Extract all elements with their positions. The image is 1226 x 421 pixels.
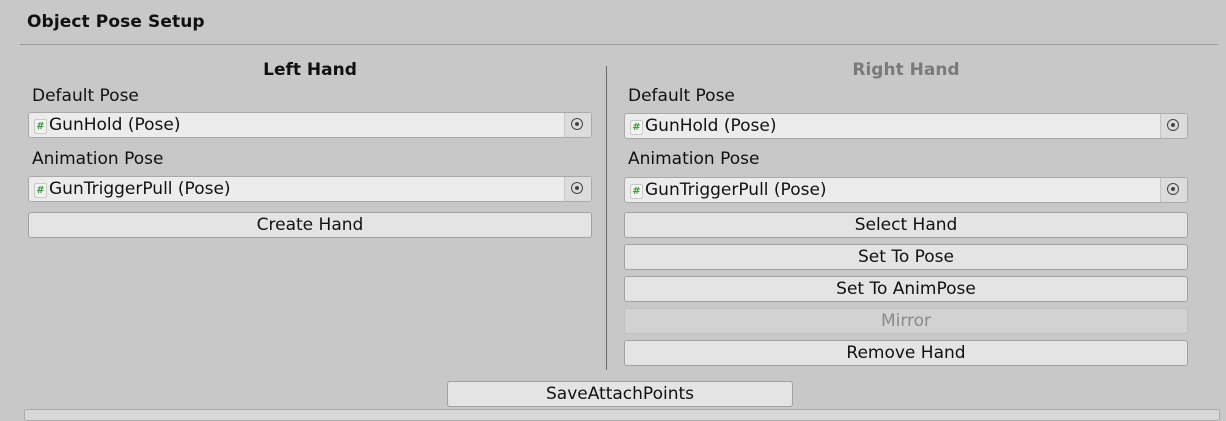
left-default-pose-picker[interactable] <box>564 113 591 137</box>
column-divider <box>606 66 607 370</box>
object-pose-setup-panel: Object Pose Setup Left Hand Default Pose… <box>0 0 1226 421</box>
left-animation-pose-label: Animation Pose <box>32 149 164 169</box>
hash-icon: # <box>630 184 643 199</box>
picker-dot <box>1171 123 1175 127</box>
right-default-pose-value: GunHold (Pose) <box>645 116 777 136</box>
set-to-animpose-button[interactable]: Set To AnimPose <box>624 276 1188 302</box>
right-hand-title: Right Hand <box>852 60 960 80</box>
picker-dot <box>575 122 579 126</box>
section-title: Object Pose Setup <box>27 12 205 32</box>
picker-dot <box>1171 187 1175 191</box>
hash-icon: # <box>34 183 47 198</box>
right-animation-pose-picker[interactable] <box>1160 178 1187 202</box>
right-default-pose-picker[interactable] <box>1160 114 1187 138</box>
right-animation-pose-label: Animation Pose <box>628 149 760 169</box>
picker-dot <box>575 186 579 190</box>
select-hand-button[interactable]: Select Hand <box>624 212 1188 238</box>
left-default-pose-field[interactable]: # GunHold (Pose) <box>28 112 592 138</box>
next-section-edge <box>24 409 1220 421</box>
left-default-pose-value: GunHold (Pose) <box>49 115 181 135</box>
header-divider <box>20 44 1218 45</box>
left-default-pose-label: Default Pose <box>32 86 139 106</box>
right-default-pose-field[interactable]: # GunHold (Pose) <box>624 113 1188 139</box>
left-animation-pose-value: GunTriggerPull (Pose) <box>49 179 231 199</box>
right-animation-pose-value: GunTriggerPull (Pose) <box>645 180 827 200</box>
left-animation-pose-picker[interactable] <box>564 177 591 201</box>
left-hand-title: Left Hand <box>263 60 357 80</box>
hash-icon: # <box>630 120 643 135</box>
left-animation-pose-field[interactable]: # GunTriggerPull (Pose) <box>28 176 592 202</box>
remove-hand-button[interactable]: Remove Hand <box>624 340 1188 366</box>
mirror-button: Mirror <box>624 308 1188 334</box>
right-animation-pose-field[interactable]: # GunTriggerPull (Pose) <box>624 177 1188 203</box>
save-attach-points-button[interactable]: SaveAttachPoints <box>447 381 793 407</box>
set-to-pose-button[interactable]: Set To Pose <box>624 244 1188 270</box>
right-default-pose-label: Default Pose <box>628 86 735 106</box>
create-hand-button[interactable]: Create Hand <box>28 212 592 238</box>
hash-icon: # <box>34 119 47 134</box>
